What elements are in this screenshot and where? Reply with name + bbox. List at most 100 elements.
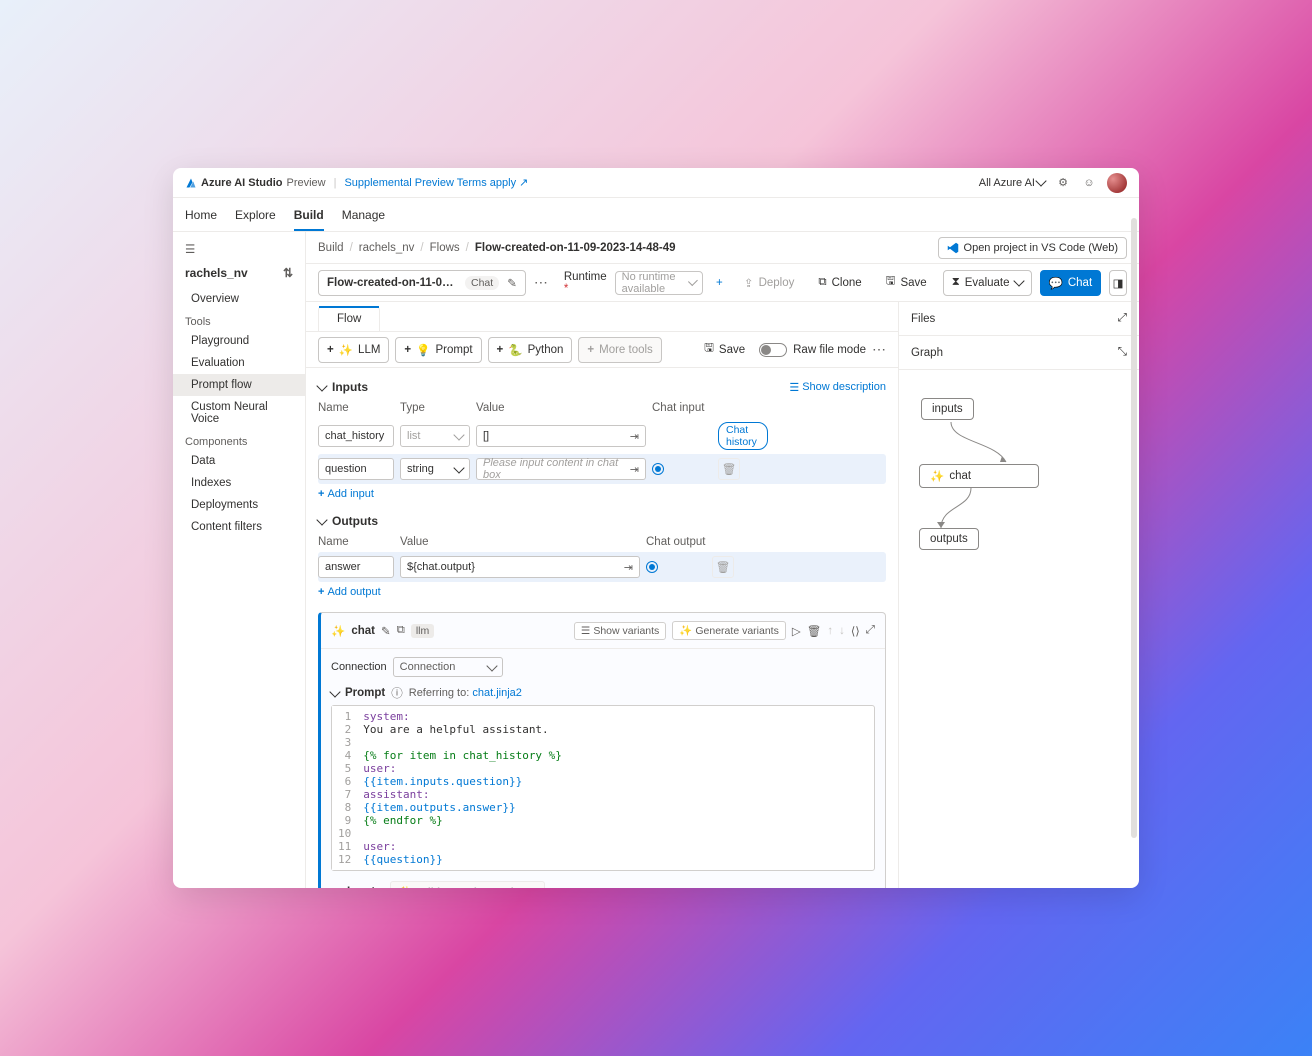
copy-node-icon[interactable]: ⧉ bbox=[397, 624, 405, 637]
nav-explore[interactable]: Explore bbox=[235, 200, 276, 230]
move-down-icon[interactable]: ↓ bbox=[839, 625, 845, 637]
crumb-flows[interactable]: Flows bbox=[430, 242, 460, 254]
input-type-select[interactable]: list bbox=[400, 425, 470, 447]
breadcrumb-bar: Build / rachels_nv / Flows / Flow-create… bbox=[306, 232, 1139, 264]
runtime-selector[interactable]: No runtime available bbox=[615, 271, 703, 295]
prompt-section-header[interactable]: Prompt ⓘ Referring to: chat.jinja2 bbox=[331, 685, 875, 701]
runtime-label: Runtime * bbox=[564, 271, 607, 295]
add-prompt-tool[interactable]: + 💡 Prompt bbox=[395, 337, 481, 363]
input-name-field[interactable]: question bbox=[318, 458, 394, 480]
sidebar-prompt-flow[interactable]: Prompt flow bbox=[173, 374, 305, 396]
nav-manage[interactable]: Manage bbox=[342, 200, 385, 230]
validate-input-button[interactable]: ✨ Validate and parse input bbox=[390, 881, 546, 888]
tools-row: + ✨ LLM + 💡 Prompt + 🐍 Python + More too… bbox=[306, 332, 898, 368]
crumb-build[interactable]: Build bbox=[318, 242, 344, 254]
project-switcher[interactable]: rachels_nv⇅ bbox=[173, 262, 305, 288]
sidebar-section-components: Components bbox=[173, 430, 305, 450]
chat-output-radio[interactable] bbox=[646, 561, 658, 573]
crumb-current-flow: Flow-created-on-11-09-2023-14-48-49 bbox=[475, 242, 676, 254]
outputs-section-header[interactable]: Outputs bbox=[318, 514, 886, 528]
flow-overflow-menu[interactable] bbox=[534, 274, 548, 291]
edit-name-icon[interactable]: ✎ bbox=[507, 276, 517, 290]
sidebar-custom-voice[interactable]: Custom Neural Voice bbox=[173, 396, 305, 430]
sidebar-deployments[interactable]: Deployments bbox=[173, 494, 305, 516]
graph-node-inputs[interactable]: inputs bbox=[921, 398, 974, 420]
graph-canvas[interactable]: inputs ✨chat outputs bbox=[899, 370, 1139, 888]
generate-variants-button[interactable]: ✨ Generate variants bbox=[672, 621, 786, 640]
sidebar-overview[interactable]: Overview bbox=[173, 288, 305, 310]
sidebar-playground[interactable]: Playground bbox=[173, 330, 305, 352]
graph-node-chat[interactable]: ✨chat bbox=[919, 464, 1039, 488]
show-variants-button[interactable]: ☰ Show variants bbox=[574, 622, 666, 640]
chat-input-radio[interactable] bbox=[652, 463, 664, 475]
chat-inputs-label[interactable]: Inputs bbox=[347, 886, 382, 889]
clone-button[interactable]: ⧉ Clone bbox=[810, 270, 869, 296]
nav-home[interactable]: Home bbox=[185, 200, 217, 230]
supplemental-terms-link[interactable]: Supplemental Preview Terms apply ↗ bbox=[344, 176, 528, 189]
run-node-icon[interactable]: ▷ bbox=[792, 624, 801, 638]
connection-select[interactable]: Connection bbox=[393, 657, 503, 677]
feedback-icon[interactable]: ☺ bbox=[1081, 175, 1097, 191]
tools-save-button[interactable]: 🖫 Save bbox=[696, 337, 753, 363]
scrollbar[interactable] bbox=[1131, 232, 1137, 838]
input-type-select[interactable]: string bbox=[400, 458, 470, 480]
flow-tabstrip: Flow bbox=[306, 302, 898, 332]
prompt-code-editor[interactable]: 123456789101112 system: You are a helpfu… bbox=[331, 705, 875, 871]
panel-toggle-button[interactable]: ◨ bbox=[1109, 270, 1127, 296]
inputs-section-header[interactable]: Inputs ☰ Show description bbox=[318, 380, 886, 394]
flow-editor-panel: Flow + ✨ LLM + 💡 Prompt + 🐍 Python + Mor… bbox=[306, 302, 899, 888]
add-llm-tool[interactable]: + ✨ LLM bbox=[318, 337, 389, 363]
add-python-tool[interactable]: + 🐍 Python bbox=[488, 337, 573, 363]
user-avatar[interactable] bbox=[1107, 173, 1127, 193]
connection-label: Connection bbox=[331, 661, 387, 673]
delete-input-icon[interactable]: 🗑 bbox=[718, 458, 740, 480]
input-name-field[interactable]: chat_history bbox=[318, 425, 394, 447]
chat-button[interactable]: 💬 Chat bbox=[1040, 270, 1102, 296]
flow-name: Flow-created-on-11-09-202… bbox=[327, 277, 457, 289]
prompt-file-link[interactable]: chat.jinja2 bbox=[472, 687, 522, 699]
directory-scope-dropdown[interactable]: All Azure AI bbox=[979, 177, 1045, 189]
info-icon[interactable]: ⓘ bbox=[391, 685, 403, 701]
delete-node-icon[interactable]: 🗑 bbox=[807, 624, 822, 638]
sidebar-content-filters[interactable]: Content filters bbox=[173, 516, 305, 538]
open-vscode-button[interactable]: Open project in VS Code (Web) bbox=[938, 237, 1127, 259]
right-side-panel: Files ⤢ Graph ⤡ inputs ✨chat output bbox=[899, 302, 1139, 888]
tools-overflow[interactable] bbox=[872, 341, 886, 358]
sidebar-data[interactable]: Data bbox=[173, 450, 305, 472]
output-name-field[interactable]: answer bbox=[318, 556, 394, 578]
output-value-field[interactable]: ${chat.output}⇥ bbox=[400, 556, 640, 578]
nav-build[interactable]: Build bbox=[294, 200, 324, 230]
deploy-button[interactable]: ⇪ Deploy bbox=[736, 270, 802, 296]
input-value-field[interactable]: []⇥ bbox=[476, 425, 646, 447]
main-nav: Home Explore Build Manage bbox=[173, 198, 1139, 232]
raw-mode-label: Raw file mode bbox=[793, 344, 866, 356]
files-panel-header[interactable]: Files ⤢ bbox=[899, 302, 1139, 336]
evaluate-button[interactable]: ⧗ Evaluate bbox=[943, 270, 1032, 296]
collapse-graph-icon[interactable]: ⤡ bbox=[1118, 346, 1127, 359]
sidebar-collapse-icon[interactable]: ☰ bbox=[173, 240, 305, 262]
graph-node-outputs[interactable]: outputs bbox=[919, 528, 979, 550]
input-value-field[interactable]: Please input content in chat box⇥ bbox=[476, 458, 646, 480]
save-button[interactable]: 🖫 Save bbox=[878, 270, 935, 296]
input-row-chat-history: chat_history list []⇥ Chat history bbox=[318, 418, 886, 454]
add-input-link[interactable]: + Add input bbox=[318, 488, 374, 500]
settings-icon[interactable]: ⚙ bbox=[1055, 175, 1071, 191]
add-runtime-button[interactable]: + bbox=[711, 270, 728, 296]
delete-output-icon[interactable]: 🗑 bbox=[712, 556, 734, 578]
crumb-project[interactable]: rachels_nv bbox=[359, 242, 415, 254]
expand-node-icon[interactable]: ⤢ bbox=[866, 624, 875, 637]
graph-panel-header[interactable]: Graph ⤡ bbox=[899, 336, 1139, 370]
sidebar-indexes[interactable]: Indexes bbox=[173, 472, 305, 494]
sidebar-evaluation[interactable]: Evaluation bbox=[173, 352, 305, 374]
move-up-icon[interactable]: ↑ bbox=[827, 625, 833, 637]
flow-scroll-area[interactable]: Inputs ☰ Show description Name Type Valu… bbox=[306, 368, 898, 888]
code-toggle-icon[interactable]: ⟨⟩ bbox=[851, 624, 860, 638]
flow-tab[interactable]: Flow bbox=[318, 306, 380, 331]
expand-files-icon[interactable]: ⤢ bbox=[1118, 312, 1127, 325]
add-output-link[interactable]: + Add output bbox=[318, 586, 381, 598]
show-description-link[interactable]: ☰ Show description bbox=[789, 381, 886, 394]
edit-node-icon[interactable]: ✎ bbox=[381, 624, 391, 638]
content-area: Build / rachels_nv / Flows / Flow-create… bbox=[306, 232, 1139, 888]
outputs-table: Name Value Chat output answer ${chat.out… bbox=[318, 534, 886, 582]
raw-mode-toggle[interactable] bbox=[759, 343, 787, 357]
